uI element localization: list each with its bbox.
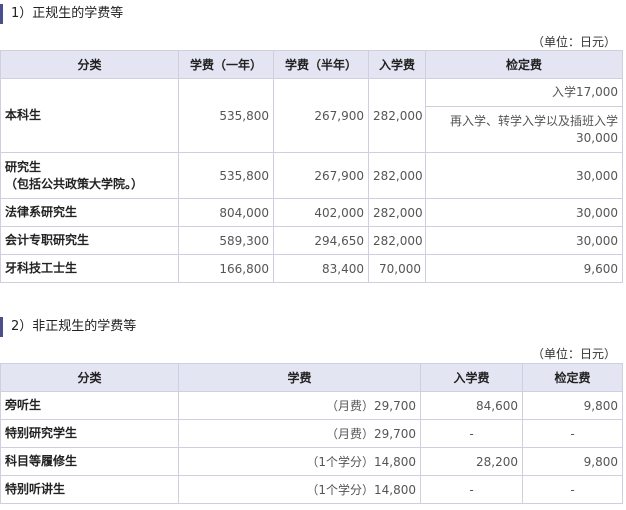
row-tuition-half: 294,650 [273,226,369,255]
row-exam: 30,000 [425,198,623,227]
row-category: 法律系研究生 [0,198,179,227]
header-tuition-year: 学费（一年） [178,50,274,79]
row-tuition-half: 267,900 [273,78,369,153]
header-tuition-half: 学费（半年） [273,50,369,79]
table-row: 本科生 535,800 267,900 282,000 入学17,000 [0,78,623,153]
header-admission: 入学费 [368,50,426,79]
row-exam: 30,000 [425,226,623,255]
row-admission: 282,000 [368,152,426,199]
section2-unit: （单位：日元） [531,347,616,361]
section1-title: 1）正规生的学费等 [0,4,123,24]
table-row: 科目等履修生 （1个学分）14,800 28,200 9,800 [0,447,623,476]
table-row: 会计专职研究生 589,300 294,650 282,000 30,000 [0,226,623,255]
table-header-row: 分类 学费 入学费 检定费 [0,363,623,392]
row-category: 科目等履修生 [0,447,179,476]
row-exam: 9,800 [522,391,623,420]
row-exam: - [522,419,623,448]
row-admission: - [420,419,523,448]
row-tuition: （月费）29,700 [178,391,421,420]
header-tuition: 学费 [178,363,421,392]
row-tuition-year: 535,800 [178,78,274,153]
row-tuition-half: 267,900 [273,152,369,199]
row-exam-transfer: 再入学、转学入学以及插班入学 30,000 [425,106,623,153]
row-admission: 84,600 [420,391,523,420]
header-exam: 检定费 [425,50,623,79]
row-admission: 282,000 [368,198,426,227]
row-admission: - [420,475,523,504]
row-category: 研究生 （包括公共政策大学院。） [0,152,179,199]
row-admission: 28,200 [420,447,523,476]
row-exam: 30,000 [425,152,623,199]
row-admission: 282,000 [368,78,426,153]
row-category: 旁听生 [0,391,179,420]
table-row: 研究生 （包括公共政策大学院。） 535,800 267,900 282,000… [0,152,623,199]
exam-transfer-value: 30,000 [576,130,618,145]
header-category: 分类 [0,363,179,392]
section2-title: 2）非正规生的学费等 [0,317,136,337]
regular-fees-table: 分类 学费（一年） 学费（半年） 入学费 检定费 本科生 535,800 267… [0,50,623,283]
table-row: 特别研究学生 （月费）29,700 - - [0,419,623,448]
row-exam-entrance: 入学17,000 [425,78,623,107]
row-admission: 70,000 [368,254,426,283]
table-row: 特别听讲生 （1个学分）14,800 - - [0,475,623,504]
table-row: 牙科技工士生 166,800 83,400 70,000 9,600 [0,254,623,283]
nonregular-fees-table: 分类 学费 入学费 检定费 旁听生 （月费）29,700 84,600 9,80… [0,363,623,504]
row-exam: 9,600 [425,254,623,283]
row-admission: 282,000 [368,226,426,255]
exam-transfer-note: 再入学、转学入学以及插班入学 [449,113,618,128]
row-tuition: （1个学分）14,800 [178,447,421,476]
row-category: 特别研究学生 [0,419,179,448]
row-category: 特别听讲生 [0,475,179,504]
row-tuition-half: 83,400 [273,254,369,283]
row-tuition-year: 535,800 [178,152,274,199]
row-tuition: （1个学分）14,800 [178,475,421,504]
header-exam: 检定费 [522,363,623,392]
table-row: 法律系研究生 804,000 402,000 282,000 30,000 [0,198,623,227]
row-tuition-year: 804,000 [178,198,274,227]
section1-unit: （单位：日元） [531,35,616,49]
row-tuition-year: 166,800 [178,254,274,283]
row-tuition-year: 589,300 [178,226,274,255]
row-category: 会计专职研究生 [0,226,179,255]
row-exam: 9,800 [522,447,623,476]
table-row: 旁听生 （月费）29,700 84,600 9,800 [0,391,623,420]
row-tuition-half: 402,000 [273,198,369,227]
row-category: 牙科技工士生 [0,254,179,283]
header-category: 分类 [0,50,179,79]
row-category: 本科生 [0,78,179,153]
table-header-row: 分类 学费（一年） 学费（半年） 入学费 检定费 [0,50,623,79]
row-tuition: （月费）29,700 [178,419,421,448]
row-exam: - [522,475,623,504]
header-admission: 入学费 [420,363,523,392]
